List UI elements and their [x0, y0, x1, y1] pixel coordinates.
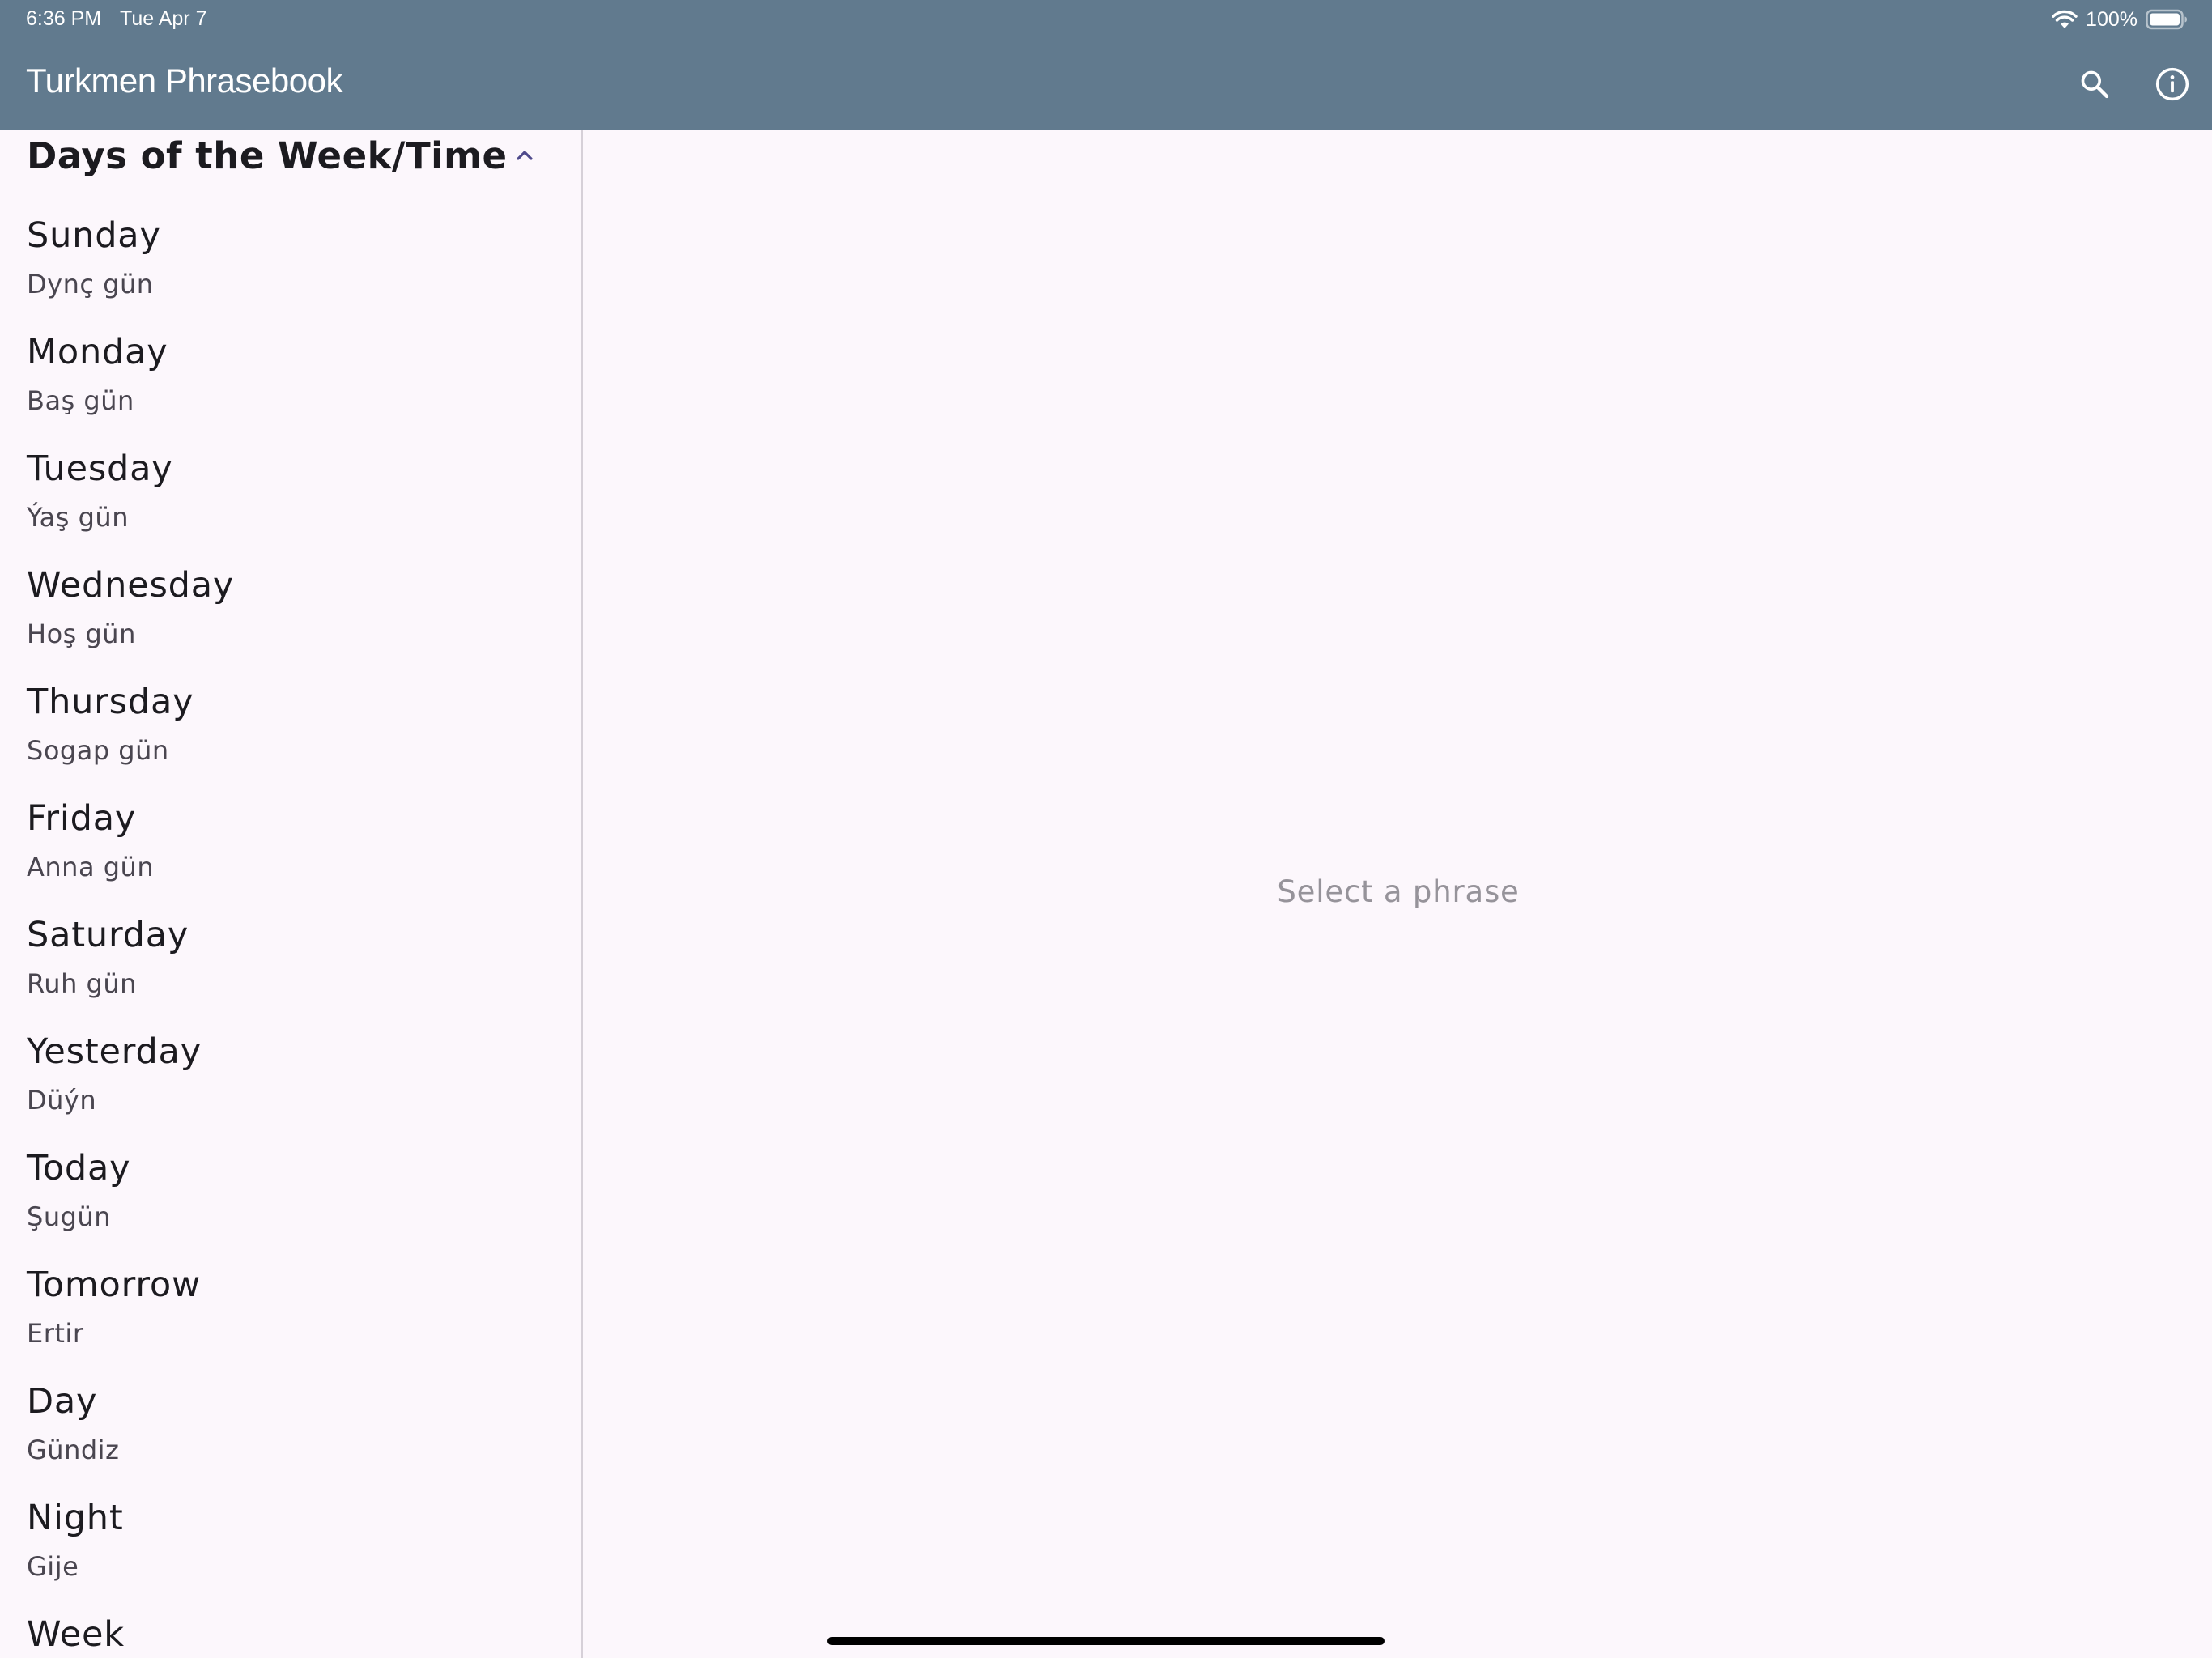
- phrase-item[interactable]: Wednesday Hoş gün: [0, 560, 581, 677]
- phrase-turkmen: Hoş gün: [27, 619, 136, 649]
- phrase-english: Sunday: [27, 215, 161, 256]
- phrase-english: Wednesday: [27, 565, 235, 606]
- phrase-item[interactable]: Friday Anna gün: [0, 793, 581, 910]
- phrase-item[interactable]: Today Şugün: [0, 1143, 581, 1260]
- wifi-icon: [2052, 9, 2078, 30]
- phrase-item[interactable]: Tuesday Ýaş gün: [0, 444, 581, 560]
- battery-icon: [2146, 9, 2188, 30]
- phrase-english: Day: [27, 1381, 98, 1422]
- phrase-turkmen: Gije: [27, 1551, 79, 1582]
- phrase-item[interactable]: Saturday Ruh gün: [0, 910, 581, 1027]
- detail-pane: Select a phrase: [585, 130, 2212, 1658]
- select-phrase-placeholder: Select a phrase: [1277, 874, 1520, 909]
- phrase-item[interactable]: Thursday Sogap gün: [0, 677, 581, 793]
- phrase-turkmen: Düýn: [27, 1085, 97, 1116]
- info-button[interactable]: [2151, 63, 2193, 105]
- phrase-item[interactable]: Sunday Dynç gün: [0, 210, 581, 327]
- app-bar: 6:36 PM Tue Apr 7 100% Turkmen Phraseboo…: [0, 0, 2212, 130]
- phrase-english: Today: [27, 1148, 131, 1188]
- section-header-days-of-week[interactable]: Days of the Week/Time: [0, 130, 581, 210]
- phrase-english: Tuesday: [27, 449, 173, 489]
- home-indicator[interactable]: [827, 1637, 1385, 1645]
- phrase-english: Tomorrow: [27, 1265, 201, 1305]
- status-indicators: 100%: [2052, 5, 2188, 34]
- phrase-item[interactable]: Night Gije: [0, 1493, 581, 1609]
- phrase-turkmen: Anna gün: [27, 852, 155, 882]
- phrase-turkmen: Dynç gün: [27, 269, 154, 300]
- phrase-english: Week: [27, 1614, 125, 1655]
- phrase-english: Thursday: [27, 682, 194, 722]
- phrase-item[interactable]: Monday Baş gün: [0, 327, 581, 444]
- phrase-turkmen: Sogap gün: [27, 735, 169, 766]
- phrase-turkmen: Baş gün: [27, 385, 134, 416]
- phrase-turkmen: Şugün: [27, 1201, 111, 1232]
- section-title: Days of the Week/Time: [27, 134, 508, 177]
- status-bar: 6:36 PM Tue Apr 7 100%: [0, 0, 2212, 39]
- chevron-up-icon[interactable]: [512, 142, 538, 172]
- phrase-english: Yesterday: [27, 1031, 202, 1072]
- phrase-turkmen: Ruh gün: [27, 968, 137, 999]
- phrase-sidebar[interactable]: Days of the Week/Time Sunday Dynç gün Mond…: [0, 130, 583, 1658]
- info-icon: [2155, 67, 2189, 101]
- phrase-item[interactable]: Week: [0, 1609, 581, 1658]
- phrase-turkmen: Ýaş gün: [27, 502, 129, 533]
- status-time: 6:36 PM: [26, 7, 102, 30]
- phrase-turkmen: Gündiz: [27, 1435, 120, 1465]
- phrase-turkmen: Ertir: [27, 1318, 84, 1349]
- app-title: Turkmen Phrasebook: [26, 62, 342, 100]
- phrase-english: Monday: [27, 332, 168, 372]
- phrase-item[interactable]: Yesterday Düýn: [0, 1027, 581, 1143]
- phrase-english: Night: [27, 1498, 124, 1538]
- search-icon: [2081, 70, 2109, 99]
- battery-percent: 100%: [2086, 7, 2138, 31]
- search-button[interactable]: [2074, 63, 2116, 105]
- phrase-item[interactable]: Day Gündiz: [0, 1376, 581, 1493]
- phrase-item[interactable]: Tomorrow Ertir: [0, 1260, 581, 1376]
- phrase-list: Sunday Dynç gün Monday Baş gün Tuesday Ýaş gü…: [0, 210, 581, 1658]
- phrase-english: Saturday: [27, 915, 189, 955]
- status-date: Tue Apr 7: [120, 7, 207, 30]
- phrase-english: Friday: [27, 798, 137, 839]
